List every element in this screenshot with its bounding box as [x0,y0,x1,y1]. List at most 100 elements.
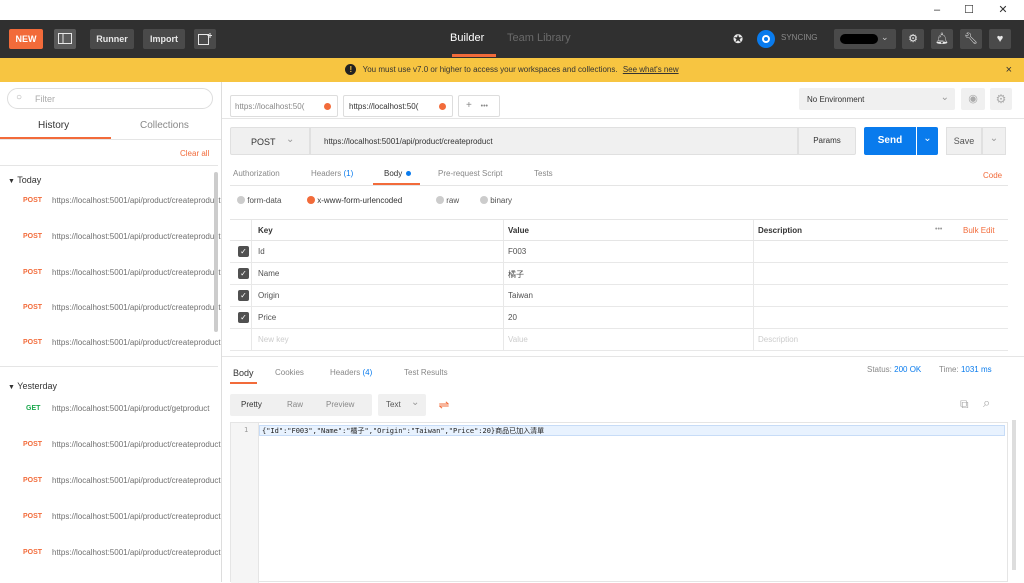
account-dropdown[interactable]: ⌄ [834,29,896,49]
checkbox-checked-icon[interactable]: ✓ [238,268,249,279]
tab-headers[interactable]: Headers (1) [311,169,353,178]
settings-icon[interactable]: 🔧︎ [960,29,982,49]
response-body-text: {"Id":"F003","Name":"橘子","Origin":"Taiwa… [262,427,545,435]
view-pretty[interactable]: Pretty [241,400,262,409]
checkbox-checked-icon[interactable]: ✓ [238,312,249,323]
runner-button[interactable]: Runner [90,29,134,49]
view-preview[interactable]: Preview [326,400,354,409]
key-cell[interactable]: Price [258,313,276,322]
code-link[interactable]: Code [983,171,1002,180]
new-button[interactable]: NEW [9,29,43,49]
history-item[interactable]: POST https://localhost:5001/api/product/c… [0,228,221,263]
add-tab-icon[interactable]: + [466,100,472,111]
sync-icon[interactable] [757,30,775,48]
response-tab-test-results[interactable]: Test Results [404,368,448,377]
new-description-input[interactable]: Description [758,335,798,344]
more-icon[interactable]: ••• [935,226,942,233]
close-window-button[interactable]: ✕ [996,3,1010,17]
sidebar-scrollbar[interactable] [214,172,218,332]
maximize-button[interactable]: ☐ [962,3,976,17]
close-banner-icon[interactable]: × [1006,58,1012,82]
group-header-yesterday[interactable]: ▼ Yesterday [8,381,57,391]
key-cell[interactable]: Origin [258,291,279,300]
editor-scrollbar[interactable] [1012,420,1016,570]
response-tab-headers[interactable]: Headers (4) [330,368,372,377]
import-button[interactable]: Import [143,29,185,49]
filter-input-box[interactable]: ○ Filter [7,88,213,109]
eye-icon[interactable]: ◉ [961,88,985,110]
radio-binary[interactable]: binary [480,196,512,205]
method-label: GET [26,405,41,412]
new-key-input[interactable]: New key [258,335,289,344]
group-header-today[interactable]: ▼ Today [8,175,41,185]
history-item[interactable]: GET https://localhost:5001/api/product/ge… [0,400,218,435]
interceptor-icon[interactable]: ✪ [728,29,748,49]
checkbox-checked-icon[interactable]: ✓ [238,290,249,301]
minimize-button[interactable]: – [930,3,944,17]
response-body-editor[interactable]: 1 {"Id":"F003","Name":"橘子","Origin":"Tai… [230,422,1008,583]
response-tab-body[interactable]: Body [233,368,254,378]
sidebar-toggle-icon[interactable] [54,29,76,49]
window-titlebar: – ☐ ✕ [0,0,1024,20]
wrench-icon[interactable]: ⚙ [902,29,924,49]
history-item[interactable]: POST https://localhost:5001/api/product/c… [0,436,221,471]
divider [753,285,754,306]
send-button[interactable]: Send [864,127,916,155]
url-input[interactable]: https://localhost:5001/api/product/creat… [310,127,798,155]
clear-all-link[interactable]: Clear all [180,149,209,158]
method-select[interactable]: POST ⌄ [230,127,310,155]
tab-history[interactable]: History [38,120,69,131]
tab-body[interactable]: Body [384,169,412,178]
radio-form-data[interactable]: form-data [237,196,281,205]
filter-input[interactable]: Filter [35,94,55,104]
send-dropdown-icon[interactable]: ⌄ [917,127,938,155]
params-button[interactable]: Params [798,127,856,155]
bulk-edit-link[interactable]: Bulk Edit [963,226,995,235]
request-tab[interactable]: https://localhost:50( [230,95,338,117]
copy-icon[interactable]: ⧉ [960,397,969,412]
view-raw[interactable]: Raw [287,400,303,409]
history-item[interactable]: POST https://localhost:5001/api/product/c… [0,544,221,579]
tab-pre-request-script[interactable]: Pre-request Script [438,169,502,178]
heart-icon[interactable]: ♥ [989,29,1011,49]
radio-urlencoded[interactable]: x-www-form-urlencoded [307,196,402,205]
save-dropdown-icon[interactable]: ⌄ [982,127,1006,155]
value-cell[interactable]: 20 [508,313,517,322]
value-cell[interactable]: 橘子 [508,269,524,280]
search-icon[interactable]: ⌕ [983,395,990,411]
environment-select[interactable]: No Environment ⌄ [799,88,955,110]
value-cell[interactable]: Taiwan [508,291,533,300]
response-tab-cookies[interactable]: Cookies [275,368,304,377]
tab-authorization[interactable]: Authorization [233,169,280,178]
builder-tab[interactable]: Builder [450,32,484,44]
new-window-icon[interactable] [194,29,216,49]
bell-icon[interactable]: 🔔︎ [931,29,953,49]
divider [251,263,252,284]
tab-tests[interactable]: Tests [534,169,553,178]
format-select[interactable]: Text ⌄ [378,394,426,416]
see-whats-new-link[interactable]: See what's new [623,65,679,74]
value-cell[interactable]: F003 [508,247,526,256]
history-item[interactable]: POST https://localhost:5001/api/product/c… [0,508,221,543]
kv-table-header: Key Value Description ••• Bulk Edit [230,219,1008,241]
history-item[interactable]: POST https://localhost:5001/api/product/c… [0,264,221,299]
tab-collections[interactable]: Collections [140,120,189,131]
save-button[interactable]: Save [946,127,982,155]
radio-raw[interactable]: raw [436,196,459,205]
team-library-tab[interactable]: Team Library [507,32,571,44]
key-cell[interactable]: Id [258,247,265,256]
history-item[interactable]: POST https://localhost:5001/api/product/c… [0,299,221,334]
history-item[interactable]: POST https://localhost:5001/api/product/c… [0,192,221,227]
more-icon[interactable]: ••• [481,103,488,110]
request-tab-active[interactable]: https://localhost:50( [343,95,453,117]
history-url: https://localhost:5001/api/product/creat… [52,476,221,485]
divider [753,263,754,284]
history-url: https://localhost:5001/api/product/creat… [52,303,221,312]
history-item[interactable]: POST https://localhost:5001/api/product/c… [0,472,221,507]
gear-icon[interactable]: ⚙ [990,88,1012,110]
history-item[interactable]: POST https://localhost:5001/api/product/c… [0,334,221,369]
new-value-input[interactable]: Value [508,335,528,344]
wrap-lines-icon[interactable]: ⇌ [434,396,454,414]
key-cell[interactable]: Name [258,269,279,278]
checkbox-checked-icon[interactable]: ✓ [238,246,249,257]
